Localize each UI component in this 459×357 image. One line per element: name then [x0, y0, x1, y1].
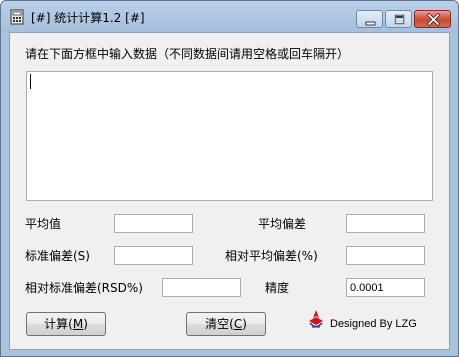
app-window: [#] 统计计算1.2 [#] 请在下面方框中输入数据（不同数据间请用空格或回车…: [0, 0, 459, 357]
designer-credit: Designed By LZG: [330, 318, 417, 330]
calculator-app-icon: [10, 9, 24, 25]
mean-label: 平均值: [25, 217, 62, 231]
clear-button-label: 清空: [205, 317, 230, 331]
rsd-label: 相对标准偏差(RSD%): [25, 281, 143, 295]
standard-deviation-field[interactable]: [114, 246, 193, 265]
designer-logo-icon: [309, 310, 323, 328]
clear-shortcut-key: C: [233, 317, 243, 331]
maximize-button[interactable]: [385, 10, 412, 28]
calculate-shortcut-key: M: [72, 317, 84, 331]
text-caret: [30, 74, 31, 89]
close-button[interactable]: [414, 10, 451, 28]
relative-average-deviation-label: 相对平均偏差(%): [225, 249, 318, 263]
average-deviation-label: 平均偏差: [258, 217, 307, 231]
calculate-button-label: 计算: [44, 317, 69, 331]
close-icon: [426, 12, 441, 27]
instructions-label: 请在下面方框中输入数据（不同数据间请用空格或回车隔开）: [25, 47, 350, 61]
maximize-icon: [394, 14, 405, 25]
data-input-area[interactable]: [26, 71, 433, 201]
title-bar[interactable]: [#] 统计计算1.2 [#]: [1, 1, 458, 32]
precision-field[interactable]: [346, 278, 425, 297]
relative-average-deviation-field[interactable]: [346, 246, 425, 265]
precision-label: 精度: [265, 281, 290, 295]
standard-deviation-label: 标准偏差(S): [25, 249, 90, 263]
minimize-icon: [365, 21, 376, 26]
minimize-button[interactable]: [356, 10, 383, 28]
rsd-field[interactable]: [162, 278, 241, 297]
average-deviation-field[interactable]: [346, 214, 425, 233]
dialog-client-area: 请在下面方框中输入数据（不同数据间请用空格或回车隔开） 平均值 平均偏差 标准偏…: [9, 32, 450, 350]
mean-field[interactable]: [114, 214, 193, 233]
calculate-button[interactable]: 计算(M): [26, 312, 106, 336]
window-title: [#] 统计计算1.2 [#]: [31, 11, 145, 25]
clear-button[interactable]: 清空(C): [186, 312, 266, 336]
